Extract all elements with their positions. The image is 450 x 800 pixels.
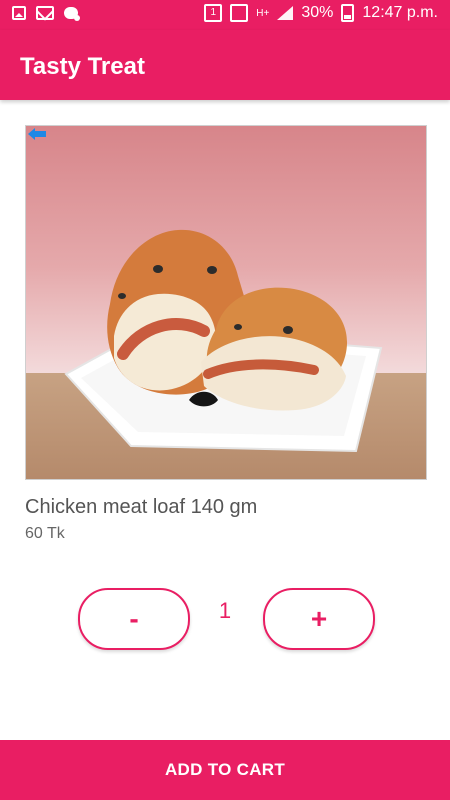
sim-signal-icon: [230, 4, 249, 22]
app-bar: Tasty Treat: [0, 30, 450, 100]
back-arrow-icon[interactable]: [26, 126, 48, 142]
app-title: Tasty Treat: [20, 53, 145, 80]
product-price: 60 Tk: [25, 525, 65, 542]
battery-percentage: 30%: [301, 4, 334, 21]
increase-quantity-button[interactable]: +: [263, 588, 375, 650]
status-right: 1 H+ 30% 12:47 p.m.: [204, 4, 438, 22]
clock: 12:47 p.m.: [362, 4, 438, 21]
product-name: Chicken meat loaf 140 gm: [25, 496, 258, 518]
food-illustration: [64, 229, 383, 453]
quantity-value: 1: [218, 598, 232, 623]
network-label: H+: [256, 7, 270, 19]
product-image: [25, 125, 427, 480]
mail-icon: [36, 6, 54, 20]
chat-icon: [64, 7, 80, 21]
decrease-quantity-button[interactable]: -: [78, 588, 190, 650]
status-bar: 1 H+ 30% 12:47 p.m.: [0, 0, 450, 30]
battery-icon: [341, 4, 355, 22]
photo-icon: [12, 6, 26, 20]
status-left: [12, 6, 80, 21]
add-to-cart-button[interactable]: ADD TO CART: [0, 740, 450, 800]
signal-icon: [277, 6, 294, 20]
sim-icon: 1: [204, 4, 223, 22]
